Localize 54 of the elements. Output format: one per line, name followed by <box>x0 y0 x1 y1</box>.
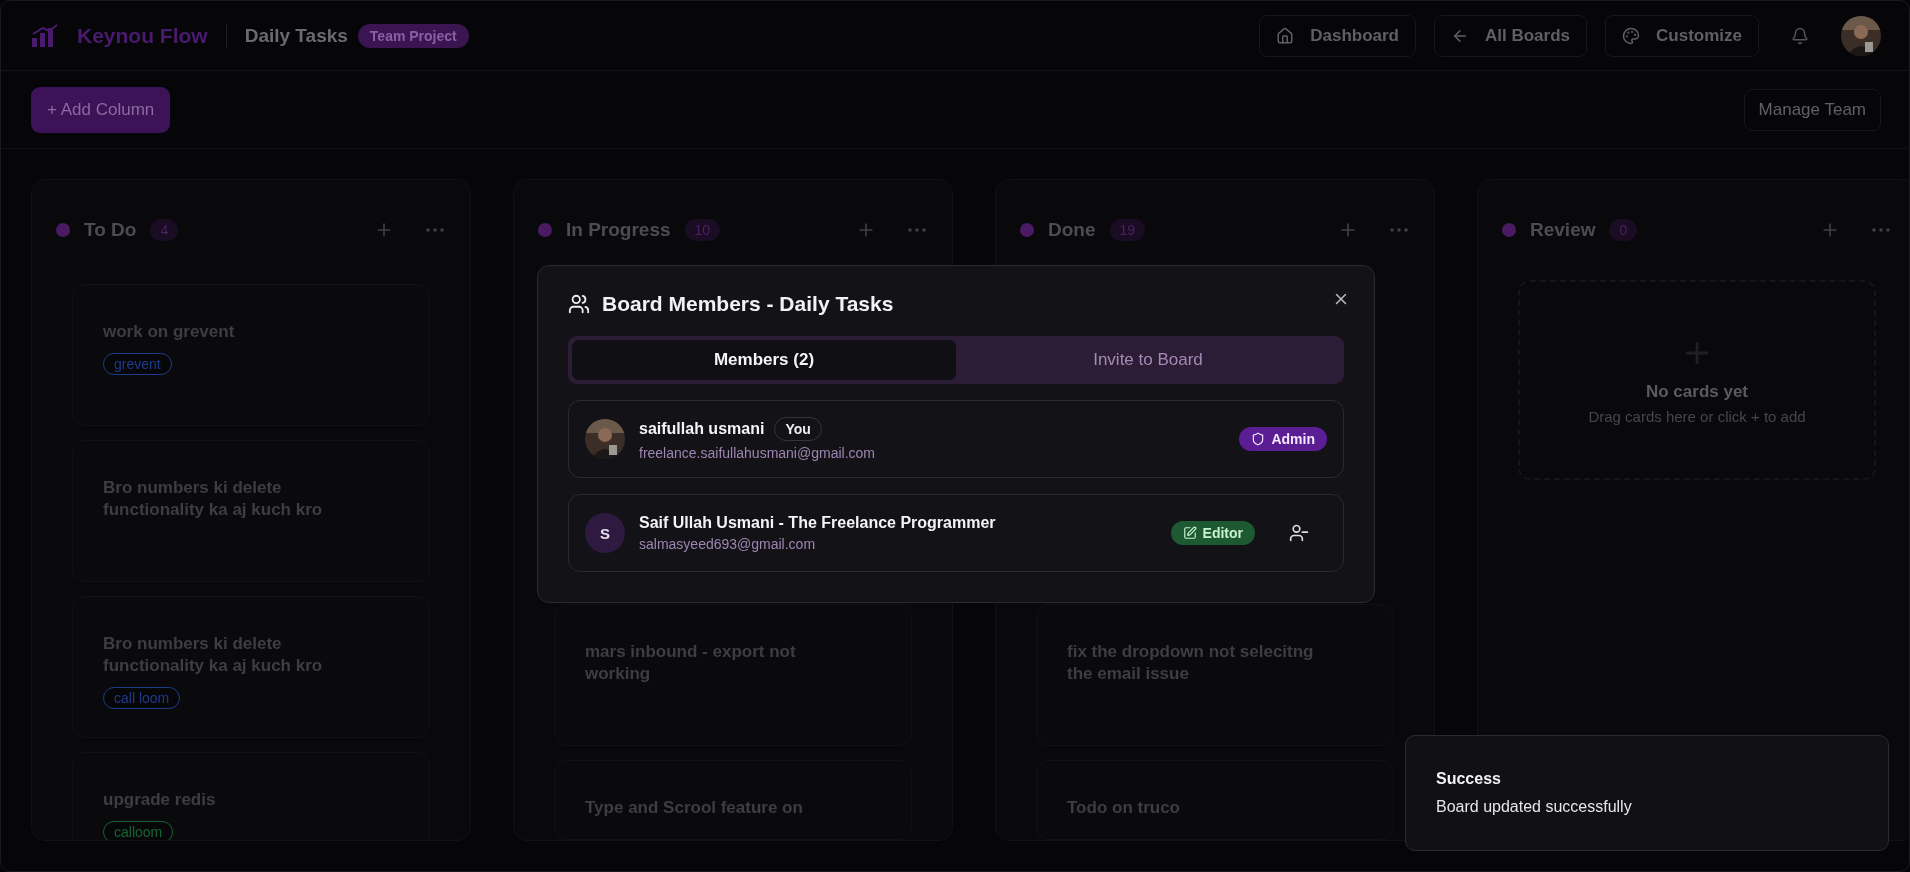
ellipsis-icon <box>908 228 926 232</box>
ellipsis-icon <box>1390 228 1408 232</box>
nav-button[interactable]: Customize <box>1605 14 1759 57</box>
status-dot <box>538 223 552 237</box>
user-minus-icon <box>1289 523 1309 543</box>
shield-icon <box>1251 432 1266 446</box>
dialog-title: Board Members - Daily Tasks <box>602 292 894 316</box>
column-title: Review <box>1530 219 1596 241</box>
board-title: Daily Tasks <box>244 24 348 47</box>
manage-team-button[interactable]: Manage Team <box>1743 88 1881 131</box>
role-badge: Editor <box>1170 521 1255 545</box>
card-tag: calloom <box>103 821 174 840</box>
board-badge: Team Project <box>357 23 469 48</box>
empty-hint: Drag cards here or click + to add <box>1588 407 1806 425</box>
card-count: 0 <box>1609 219 1638 241</box>
add-column-button[interactable]: + Add Column <box>31 86 171 133</box>
user-avatar[interactable] <box>1841 15 1881 56</box>
card-count: 4 <box>150 219 179 241</box>
tab[interactable]: Members (2) <box>572 340 956 380</box>
palette-icon <box>1622 26 1641 45</box>
member-name: saifullah usmani <box>639 420 765 438</box>
more-button[interactable] <box>906 226 928 234</box>
status-dot <box>56 223 70 237</box>
status-dot <box>1020 223 1034 237</box>
toast-title: Success <box>1436 770 1502 788</box>
edit-icon <box>1182 526 1197 540</box>
more-button[interactable] <box>1870 226 1892 234</box>
ellipsis-icon <box>1872 228 1890 232</box>
column-title: Done <box>1048 219 1096 241</box>
users-icon <box>568 293 590 315</box>
column-title: To Do <box>84 219 137 241</box>
tab[interactable]: Invite to Board <box>956 340 1340 380</box>
member-name: Saif Ullah Usmani - The Freelance Programmer <box>639 514 996 532</box>
logo-icon <box>31 23 59 48</box>
card-tag: call loom <box>103 687 181 709</box>
member-email: freelance.saifullahusmani@gmail.com <box>639 445 876 461</box>
nav-button[interactable]: Dashboard <box>1259 14 1416 57</box>
column-title: In Progress <box>566 219 671 241</box>
home-icon <box>1276 26 1295 45</box>
more-button[interactable] <box>1388 226 1410 234</box>
card-count: 10 <box>684 219 721 241</box>
empty-title: No cards yet <box>1645 381 1748 402</box>
card-count: 19 <box>1109 219 1146 241</box>
role-badge: Admin <box>1239 427 1327 451</box>
more-button[interactable] <box>424 226 446 234</box>
status-dot <box>1502 223 1516 237</box>
member-email: salmasyeed693@gmail.com <box>639 536 817 552</box>
ellipsis-icon <box>426 228 444 232</box>
card-tag: grevent <box>103 353 172 375</box>
bell-icon <box>1791 26 1809 45</box>
member-avatar: S <box>585 513 625 553</box>
app-logo: Keynou Flow <box>77 23 208 48</box>
nav-button[interactable]: All Boards <box>1434 14 1588 57</box>
toast-message: Board updated successfully <box>1436 798 1633 816</box>
